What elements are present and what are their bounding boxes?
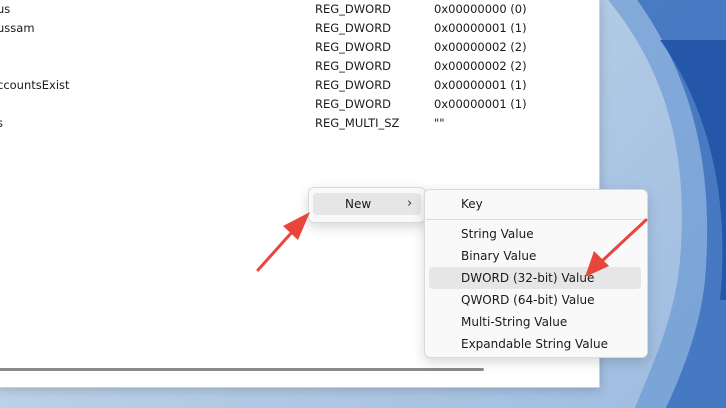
registry-value-row[interactable]: ussam REG_DWORD 0x00000001 (1) <box>0 18 593 37</box>
menu-item-qword-value[interactable]: QWORD (64-bit) Value <box>429 289 641 311</box>
value-data: 0x00000002 (2) <box>434 40 527 54</box>
value-data: 0x00000001 (1) <box>434 21 527 35</box>
registry-value-row[interactable]: s REG_MULTI_SZ "" <box>0 113 593 132</box>
value-name: us <box>0 2 11 16</box>
menu-item-multi-string-value-label: Multi-String Value <box>461 315 568 329</box>
menu-item-binary-value[interactable]: Binary Value <box>429 245 641 267</box>
value-type: REG_DWORD <box>315 59 392 73</box>
new-submenu: Key String Value Binary Value DWORD (32-… <box>424 189 648 358</box>
menu-item-qword-value-label: QWORD (64-bit) Value <box>461 293 595 307</box>
value-data: "" <box>434 116 445 130</box>
value-type: REG_DWORD <box>315 78 392 92</box>
menu-item-expandable-string-value[interactable]: Expandable String Value <box>429 333 641 355</box>
menu-separator <box>426 219 646 220</box>
menu-item-new-label: New <box>345 197 372 211</box>
menu-item-key[interactable]: Key <box>429 193 641 215</box>
context-menu: New › <box>308 187 426 223</box>
chevron-right-icon: › <box>407 196 413 211</box>
menu-item-string-value-label: String Value <box>461 227 534 241</box>
menu-item-dword-value-label: DWORD (32-bit) Value <box>461 271 595 285</box>
horizontal-scrollbar[interactable] <box>0 368 484 371</box>
menu-item-multi-string-value[interactable]: Multi-String Value <box>429 311 641 333</box>
value-name: s <box>0 116 3 130</box>
registry-value-row[interactable]: REG_DWORD 0x00000002 (2) <box>0 56 593 75</box>
value-name: ussam <box>0 21 35 35</box>
menu-item-key-label: Key <box>461 197 483 211</box>
menu-item-string-value[interactable]: String Value <box>429 223 641 245</box>
menu-item-new[interactable]: New › <box>313 193 421 215</box>
registry-value-row[interactable]: REG_DWORD 0x00000001 (1) <box>0 94 593 113</box>
menu-item-expandable-string-value-label: Expandable String Value <box>461 337 608 351</box>
value-data: 0x00000002 (2) <box>434 59 527 73</box>
value-data: 0x00000000 (0) <box>434 2 527 16</box>
value-data: 0x00000001 (1) <box>434 78 527 92</box>
value-type: REG_MULTI_SZ <box>315 116 400 130</box>
menu-item-dword-value[interactable]: DWORD (32-bit) Value <box>429 267 641 289</box>
value-name: ccountsExist <box>0 78 70 92</box>
registry-value-row[interactable]: REG_DWORD 0x00000002 (2) <box>0 37 593 56</box>
registry-value-row[interactable]: us REG_DWORD 0x00000000 (0) <box>0 0 593 18</box>
value-type: REG_DWORD <box>315 2 392 16</box>
value-type: REG_DWORD <box>315 97 392 111</box>
value-type: REG_DWORD <box>315 40 392 54</box>
value-type: REG_DWORD <box>315 21 392 35</box>
registry-value-row[interactable]: ccountsExist REG_DWORD 0x00000001 (1) <box>0 75 593 94</box>
value-data: 0x00000001 (1) <box>434 97 527 111</box>
menu-item-binary-value-label: Binary Value <box>461 249 537 263</box>
